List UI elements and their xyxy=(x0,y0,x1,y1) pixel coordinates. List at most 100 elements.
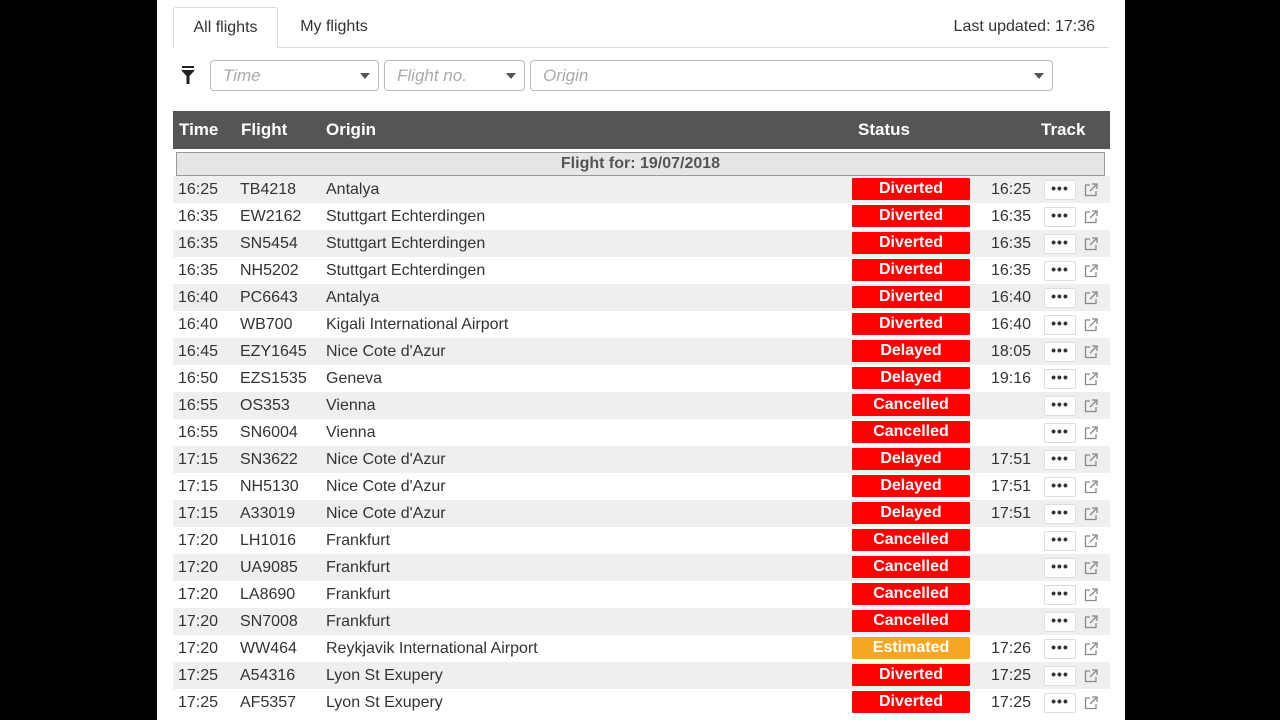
time-filter-select[interactable]: Time xyxy=(210,60,379,91)
table-row[interactable]: 17:15 A33019 Nice Cote d'Azur Delayed 17:51 •… xyxy=(173,500,1110,527)
more-options-button[interactable]: ••• xyxy=(1044,477,1076,497)
header-flight[interactable]: Flight xyxy=(241,111,287,149)
external-link-icon[interactable] xyxy=(1084,588,1098,602)
external-link-icon[interactable] xyxy=(1084,399,1098,413)
more-options-button[interactable]: ••• xyxy=(1044,342,1076,362)
external-link-icon[interactable] xyxy=(1084,237,1098,251)
table-row[interactable]: 17:15 NH5130 Nice Cote d'Azur Delayed 17:51 •… xyxy=(173,473,1110,500)
table-row[interactable]: 17:20 UA9085 Frankfurt Cancelled ••• xyxy=(173,554,1110,581)
row-time: 17:25 xyxy=(178,694,219,711)
row-time: 16:55 xyxy=(178,424,219,441)
external-link-icon[interactable] xyxy=(1084,345,1098,359)
more-options-button[interactable]: ••• xyxy=(1044,639,1076,659)
table-row[interactable]: 16:40 WB700 Kigali International Airport Di… xyxy=(173,311,1110,338)
table-row[interactable]: 16:55 OS353 Vienna Cancelled ••• xyxy=(173,392,1110,419)
table-row[interactable]: 16:55 SN6004 Vienna Cancelled ••• xyxy=(173,419,1110,446)
more-options-button[interactable]: ••• xyxy=(1044,423,1076,443)
more-options-button[interactable]: ••• xyxy=(1044,234,1076,254)
external-link-icon[interactable] xyxy=(1084,642,1098,656)
origin-filter-select[interactable]: Origin xyxy=(530,60,1053,91)
table-row[interactable]: 17:25 A54316 Lyon St Exupery Diverted 17:25 •… xyxy=(173,662,1110,689)
external-link-icon[interactable] xyxy=(1084,210,1098,224)
external-link-icon[interactable] xyxy=(1084,264,1098,278)
table-row[interactable]: 17:20 LA8690 Frankfurt Cancelled ••• xyxy=(173,581,1110,608)
table-row[interactable]: 16:35 SN5454 Stuttgart Echterdingen Diverte… xyxy=(173,230,1110,257)
row-time: 16:35 xyxy=(178,262,219,279)
more-options-button[interactable]: ••• xyxy=(1044,693,1076,713)
table-row[interactable]: 16:35 EW2162 Stuttgart Echterdingen Diverte… xyxy=(173,203,1110,230)
more-options-button[interactable]: ••• xyxy=(1044,369,1076,389)
row-origin: Stuttgart Echterdingen xyxy=(326,262,486,279)
more-options-button[interactable]: ••• xyxy=(1044,396,1076,416)
more-options-button[interactable]: ••• xyxy=(1044,288,1076,308)
table-row[interactable]: 17:20 WW464 Reykjavik International Airpor… xyxy=(173,635,1110,662)
row-origin: Nice Cote d'Azur xyxy=(326,505,446,522)
external-link-icon[interactable] xyxy=(1084,372,1098,386)
row-estimated-time: 16:35 xyxy=(991,235,1032,252)
table-body: 16:25 TB4218 Antalya Diverted 16:25 ••• 16:35 E… xyxy=(173,176,1110,716)
row-origin: Vienna xyxy=(326,397,376,414)
external-link-icon[interactable] xyxy=(1084,453,1098,467)
more-options-button[interactable]: ••• xyxy=(1044,531,1076,551)
more-options-button[interactable]: ••• xyxy=(1044,585,1076,605)
row-origin: Nice Cote d'Azur xyxy=(326,451,446,468)
more-options-button[interactable]: ••• xyxy=(1044,666,1076,686)
row-origin: Lyon St Exupery xyxy=(326,667,443,684)
table-row[interactable]: 17:20 LH1016 Frankfurt Cancelled ••• xyxy=(173,527,1110,554)
table-row[interactable]: 17:25 AF5357 Lyon St Exupery Diverted 17:25 •… xyxy=(173,689,1110,716)
header-track: Track xyxy=(1041,120,1086,139)
table-row[interactable]: 16:45 EZY1645 Nice Cote d'Azur Delayed 18:05… xyxy=(173,338,1110,365)
table-row[interactable]: 16:50 EZS1535 Geneva Delayed 19:16 ••• xyxy=(173,365,1110,392)
row-flight-number: OS353 xyxy=(240,397,290,414)
external-link-icon[interactable] xyxy=(1084,291,1098,305)
external-link-icon[interactable] xyxy=(1084,534,1098,548)
external-link-icon[interactable] xyxy=(1084,669,1098,683)
external-link-icon[interactable] xyxy=(1084,507,1098,521)
table-row[interactable]: 17:15 SN3622 Nice Cote d'Azur Delayed 17:51 •… xyxy=(173,446,1110,473)
external-link-icon[interactable] xyxy=(1084,426,1098,440)
table-row[interactable]: 16:25 TB4218 Antalya Diverted 16:25 ••• xyxy=(173,176,1110,203)
row-time: 17:15 xyxy=(178,505,219,522)
more-options-button[interactable]: ••• xyxy=(1044,207,1076,227)
row-estimated-time: 16:35 xyxy=(991,208,1032,225)
row-estimated-time: 16:25 xyxy=(991,181,1032,198)
external-link-icon[interactable] xyxy=(1084,480,1098,494)
row-origin: Lyon St Exupery xyxy=(326,694,443,711)
external-link-icon[interactable] xyxy=(1084,318,1098,332)
status-badge: Diverted xyxy=(852,691,970,713)
external-link-icon[interactable] xyxy=(1084,561,1098,575)
row-estimated-time: 16:40 xyxy=(991,316,1032,333)
status-badge: Delayed xyxy=(852,448,970,470)
row-flight-number: A54316 xyxy=(240,667,296,684)
status-badge: Diverted xyxy=(852,313,970,335)
more-options-button[interactable]: ••• xyxy=(1044,315,1076,335)
row-time: 16:25 xyxy=(178,181,219,198)
external-link-icon[interactable] xyxy=(1084,615,1098,629)
last-updated-text: Last updated: 17:36 xyxy=(953,18,1095,35)
more-options-button[interactable]: ••• xyxy=(1044,261,1076,281)
status-badge: Diverted xyxy=(852,664,970,686)
more-options-button[interactable]: ••• xyxy=(1044,558,1076,578)
header-time[interactable]: Time xyxy=(179,111,218,149)
status-badge: Delayed xyxy=(852,367,970,389)
row-origin: Frankfurt xyxy=(326,532,391,549)
row-origin: Nice Cote d'Azur xyxy=(326,478,446,495)
header-origin[interactable]: Origin xyxy=(326,111,376,149)
external-link-icon[interactable] xyxy=(1084,183,1098,197)
flight-number-filter-select[interactable]: Flight no. xyxy=(384,60,525,91)
more-options-button[interactable]: ••• xyxy=(1044,504,1076,524)
more-options-button[interactable]: ••• xyxy=(1044,180,1076,200)
tab-my-flights[interactable]: My flights xyxy=(281,7,387,46)
table-row[interactable]: 16:35 NH5202 Stuttgart Echterdingen Diverte… xyxy=(173,257,1110,284)
row-time: 16:55 xyxy=(178,397,219,414)
more-options-button[interactable]: ••• xyxy=(1044,612,1076,632)
tab-all-flights[interactable]: All flights xyxy=(173,7,278,48)
row-flight-number: AF5357 xyxy=(240,694,297,711)
external-link-icon[interactable] xyxy=(1084,696,1098,710)
table-row[interactable]: 16:40 PC6643 Antalya Diverted 16:40 ••• xyxy=(173,284,1110,311)
table-row[interactable]: 17:20 SN7008 Frankfurt Cancelled ••• xyxy=(173,608,1110,635)
flights-table: Time Flight Origin Status Track Flight f… xyxy=(173,111,1110,716)
header-status[interactable]: Status xyxy=(858,111,910,149)
more-options-button[interactable]: ••• xyxy=(1044,450,1076,470)
row-flight-number: WB700 xyxy=(240,316,293,333)
